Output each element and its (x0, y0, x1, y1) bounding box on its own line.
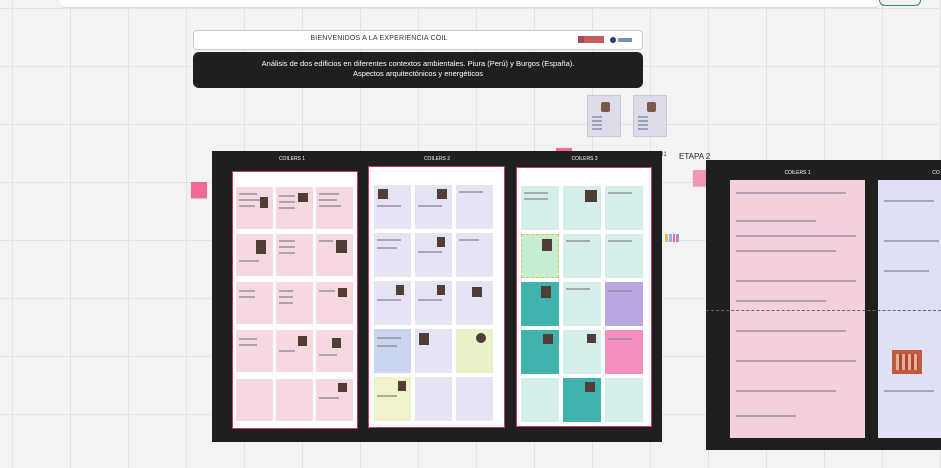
card[interactable] (456, 377, 493, 421)
divider (706, 310, 941, 311)
page-title: BIENVENIDOS A LA EXPERIENCIA COIL (310, 35, 448, 42)
column-coilers-2[interactable] (368, 166, 505, 428)
card[interactable] (374, 377, 411, 421)
card[interactable] (521, 330, 559, 374)
card[interactable] (276, 234, 313, 276)
card[interactable] (605, 330, 643, 374)
card[interactable] (563, 282, 601, 326)
building-image (892, 350, 922, 374)
column-title: COILERS 2 (423, 156, 451, 162)
column-coilers-1[interactable] (730, 180, 865, 438)
top-toolbar (60, 0, 880, 8)
card[interactable] (563, 330, 601, 374)
share-button[interactable] (879, 0, 921, 6)
sticky-note[interactable] (191, 182, 207, 198)
card[interactable] (521, 282, 559, 326)
column-coilers-2[interactable] (878, 180, 941, 438)
card[interactable] (276, 187, 313, 229)
card[interactable] (316, 330, 353, 372)
card[interactable] (521, 378, 559, 422)
card[interactable] (316, 282, 353, 324)
avatar (601, 102, 610, 112)
profile-card[interactable] (587, 95, 621, 137)
card[interactable] (456, 281, 493, 325)
subtitle-line-2: Aspectos arquitectónicos y energéticos (352, 69, 484, 78)
avatar (647, 102, 656, 112)
card[interactable] (605, 282, 643, 326)
card[interactable] (415, 185, 452, 229)
card[interactable] (374, 281, 411, 325)
card[interactable] (563, 186, 601, 230)
column-coilers-1[interactable] (232, 171, 358, 429)
board-etapa-2[interactable]: COILERS 1 CO (706, 160, 941, 450)
card[interactable] (456, 185, 493, 229)
card[interactable] (276, 330, 313, 372)
partner-logo-icon (610, 36, 632, 43)
card[interactable] (456, 329, 493, 373)
column-title: COILERS 1 (278, 156, 306, 162)
card[interactable] (236, 234, 273, 276)
profile-card[interactable] (633, 95, 667, 137)
card[interactable] (415, 281, 452, 325)
card[interactable] (316, 187, 353, 229)
card[interactable] (415, 233, 452, 277)
university-logo-icon (578, 36, 604, 43)
column-title: CO (932, 170, 940, 176)
card[interactable] (236, 330, 273, 372)
card[interactable] (236, 282, 273, 324)
card[interactable] (456, 233, 493, 277)
board-etapa-1[interactable]: COILERS 1 COILERS 2 COILERS 3 (212, 151, 662, 442)
card[interactable] (236, 187, 273, 229)
card[interactable] (605, 378, 643, 422)
card[interactable] (316, 379, 353, 421)
card[interactable] (374, 185, 411, 229)
column-coilers-3[interactable] (516, 167, 652, 427)
card[interactable] (415, 329, 452, 373)
card[interactable] (236, 379, 273, 421)
column-title: COILERS 3 (571, 156, 598, 162)
logo-group (578, 36, 632, 43)
card[interactable] (316, 234, 353, 276)
subtitle-line-1: Análisis de dos edificios en diferentes … (261, 59, 575, 68)
card[interactable] (374, 329, 411, 373)
card[interactable] (521, 234, 559, 278)
card[interactable] (374, 233, 411, 277)
column-title: COILERS 1 (784, 170, 811, 176)
card[interactable] (563, 234, 601, 278)
card[interactable] (605, 234, 643, 278)
card[interactable] (563, 378, 601, 422)
card[interactable] (605, 186, 643, 230)
card[interactable] (521, 186, 559, 230)
color-chips[interactable] (665, 234, 679, 242)
subtitle-banner[interactable]: Análisis de dos edificios en diferentes … (193, 52, 643, 88)
card[interactable] (276, 379, 313, 421)
title-banner[interactable]: BIENVENIDOS A LA EXPERIENCIA COIL (193, 30, 643, 50)
card[interactable] (415, 377, 452, 421)
card[interactable] (276, 282, 313, 324)
